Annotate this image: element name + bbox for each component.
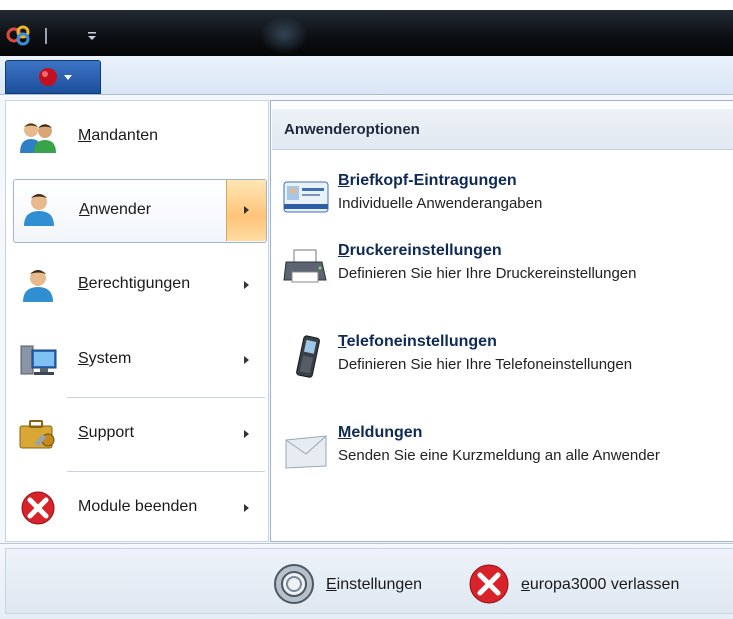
title-bar <box>0 10 733 56</box>
chevron-right-icon <box>244 206 249 214</box>
menu-item-label: System <box>78 350 132 367</box>
app-logo-icon[interactable] <box>6 24 34 46</box>
toolbar-separator <box>45 28 47 44</box>
option-title: Druckereinstellungen <box>338 242 502 259</box>
app-orb-icon <box>39 68 72 86</box>
menu-divider <box>67 397 265 398</box>
option-description: Senden Sie eine Kurzmeldung an alle Anwe… <box>338 447 660 464</box>
menu-item-mandanten[interactable]: Mandanten <box>12 107 266 167</box>
option-description: Definieren Sie hier Ihre Druckereinstell… <box>338 265 637 282</box>
menu-divider <box>67 471 265 472</box>
menu-item-label: Berechtigungen <box>78 275 191 292</box>
option-meldungen[interactable]: Meldungen Senden Sie eine Kurzmeldung an… <box>278 424 728 496</box>
exit-label: europa3000 verlassen <box>521 576 680 593</box>
menu-item-label: Support <box>78 424 135 441</box>
option-title: Briefkopf-Eintragungen <box>338 172 517 189</box>
option-title: Telefoneinstellungen <box>338 333 497 350</box>
application-menu-button[interactable] <box>5 60 101 94</box>
options-header: Anwenderoptionen <box>272 109 733 150</box>
chevron-right-icon <box>244 504 249 512</box>
support-briefcase-icon <box>19 420 55 449</box>
menu-item-system[interactable]: System <box>12 330 266 390</box>
ribbon-strip <box>0 56 733 94</box>
phone-icon <box>296 335 320 378</box>
chevron-right-icon <box>244 430 249 438</box>
menu-item-module-beenden[interactable]: Module beenden <box>12 478 266 538</box>
option-title: Meldungen <box>338 424 423 441</box>
option-briefkopf[interactable]: Briefkopf-Eintragungen Individuelle Anwe… <box>278 172 728 228</box>
settings-button[interactable]: Einstellungen <box>272 560 452 606</box>
chevron-right-icon <box>244 281 249 289</box>
menu-item-label: Mandanten <box>78 127 159 144</box>
user-icon <box>24 194 54 226</box>
option-druckereinstellungen[interactable]: Druckereinstellungen Definieren Sie hier… <box>278 242 728 314</box>
user-permissions-icon <box>23 270 53 302</box>
submenu-arrow-button[interactable] <box>226 180 266 241</box>
option-description: Definieren Sie hier Ihre Telefoneinstell… <box>338 356 633 373</box>
envelope-icon <box>285 435 327 469</box>
close-red-icon <box>21 491 55 525</box>
settings-ring-icon <box>274 564 314 604</box>
menu-item-support[interactable]: Support <box>12 404 266 464</box>
printer-icon <box>283 249 327 283</box>
options-header-title: Anwenderoptionen <box>284 121 420 138</box>
menu-item-label: Anwender <box>79 201 152 218</box>
chevron-right-icon <box>244 356 249 364</box>
option-telefoneinstellungen[interactable]: Telefoneinstellungen Definieren Sie hier… <box>278 333 728 405</box>
computer-system-icon <box>20 345 57 375</box>
menu-item-berechtigungen[interactable]: Berechtigungen <box>12 255 266 315</box>
option-description: Individuelle Anwenderangaben <box>338 195 543 212</box>
exit-red-icon <box>469 564 509 604</box>
settings-label: Einstellungen <box>326 576 423 593</box>
menu-item-label: Module beenden <box>78 498 198 515</box>
id-card-icon <box>283 181 329 213</box>
window-thumbnail-icon <box>260 16 308 54</box>
users-icon <box>20 123 56 153</box>
exit-application-button[interactable]: europa3000 verlassen <box>467 560 717 606</box>
customize-toolbar-icon[interactable] <box>86 30 98 42</box>
